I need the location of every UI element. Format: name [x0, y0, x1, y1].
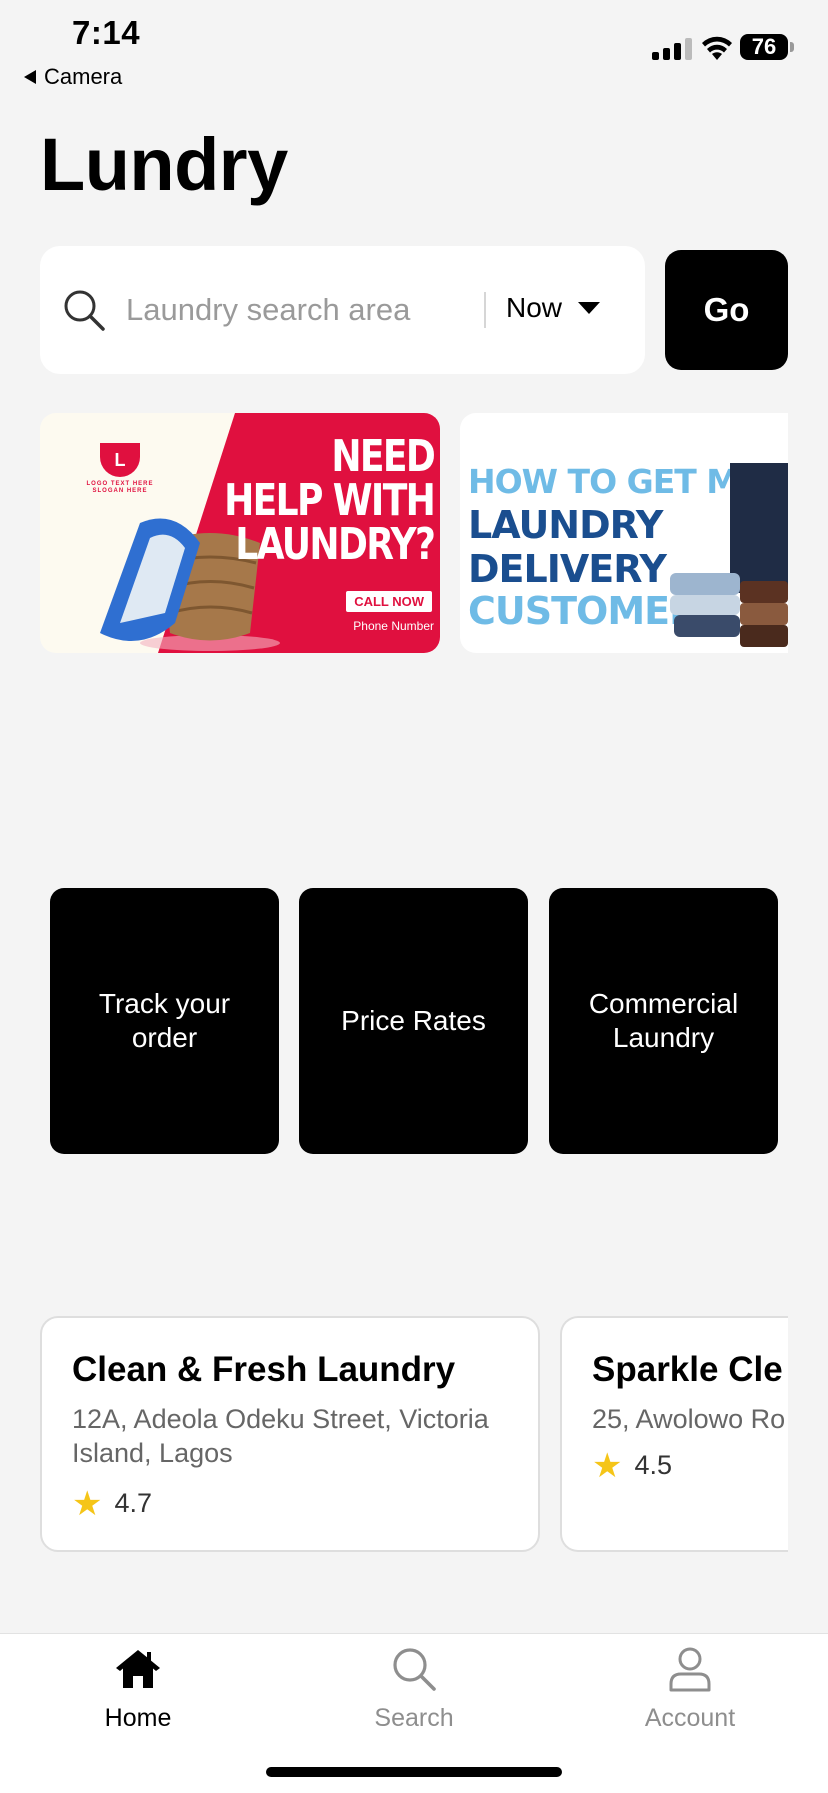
- laundry-address: 25, Awolowo Ro: [592, 1404, 786, 1434]
- tab-home[interactable]: Home: [58, 1644, 218, 1733]
- star-icon: ★: [592, 1446, 623, 1485]
- rating-value: 4.5: [634, 1450, 673, 1480]
- battery-icon: 76: [740, 34, 788, 60]
- price-rates-tile[interactable]: Price Rates: [299, 888, 528, 1154]
- page-title: Lundry: [40, 123, 288, 206]
- laundry-card[interactable]: Clean & Fresh Laundry 12A, Adeola Odeku …: [40, 1316, 540, 1552]
- search-divider: [484, 292, 486, 328]
- call-now-button[interactable]: CALL NOW: [346, 591, 432, 612]
- slogan-text: SLOGAN HERE: [92, 488, 148, 494]
- banner-headline-line: LAUNDRY?: [235, 519, 436, 570]
- tab-search[interactable]: Search: [334, 1644, 494, 1733]
- wifi-icon: [702, 36, 732, 60]
- status-time: 7:14: [72, 14, 141, 51]
- folded-clothes-image: [670, 463, 788, 647]
- laundry-rating: ★ 4.5: [592, 1446, 673, 1485]
- laundry-name: Sparkle Cle: [592, 1350, 783, 1389]
- back-arrow-icon: [24, 70, 36, 84]
- search-icon: [64, 290, 105, 331]
- cellular-signal-icon: [652, 36, 692, 60]
- tab-label: Account: [644, 1704, 736, 1732]
- laundry-card[interactable]: Sparkle Cle 25, Awolowo Ro ★ 4.5: [560, 1316, 788, 1552]
- promo-banner-delivery[interactable]: HOW TO GET MOR LAUNDRY DELIVERY CUSTOMER…: [460, 413, 788, 653]
- tab-account[interactable]: Account: [610, 1644, 770, 1733]
- phone-number-text: Phone Number: [353, 619, 434, 633]
- house-icon: [116, 1650, 160, 1688]
- battery-cap: [790, 42, 794, 52]
- time-dropdown[interactable]: Now: [506, 292, 601, 324]
- promo-banner-help[interactable]: L LOGO TEXT HERE SLOGAN HERE NEED HELP W…: [40, 413, 440, 653]
- banner-headline: NEED HELP WITH LAUNDRY?: [223, 431, 436, 570]
- commercial-laundry-tile[interactable]: Commercial Laundry: [549, 888, 778, 1154]
- back-label: Camera: [44, 64, 123, 89]
- go-button[interactable]: Go: [665, 250, 788, 370]
- person-icon: [669, 1647, 711, 1692]
- banner-headline-line: HELP WITH: [223, 475, 436, 526]
- time-dropdown-value: Now: [506, 292, 563, 323]
- chevron-down-icon: [578, 302, 601, 314]
- banner-logo: L LOGO TEXT HERE SLOGAN HERE: [68, 443, 172, 494]
- tab-label: Search: [374, 1704, 454, 1732]
- banner-headline-line: NEED: [331, 431, 436, 482]
- tab-label: Home: [104, 1704, 172, 1732]
- track-order-tile[interactable]: Track your order: [50, 888, 279, 1154]
- logo-text: LOGO TEXT HERE: [86, 481, 154, 487]
- laundry-address: 12A, Adeola Odeku Street, Victoria Islan…: [72, 1404, 489, 1468]
- search-icon: [393, 1648, 436, 1691]
- rating-value: 4.7: [114, 1488, 153, 1518]
- search-input[interactable]: [126, 290, 466, 330]
- star-icon: ★: [72, 1484, 103, 1523]
- laundry-rating: ★ 4.7: [72, 1484, 153, 1523]
- home-indicator[interactable]: [266, 1767, 562, 1777]
- laundry-name: Clean & Fresh Laundry: [72, 1350, 456, 1389]
- logo-letter: L: [100, 443, 140, 477]
- back-to-camera-link[interactable]: Camera: [24, 64, 122, 90]
